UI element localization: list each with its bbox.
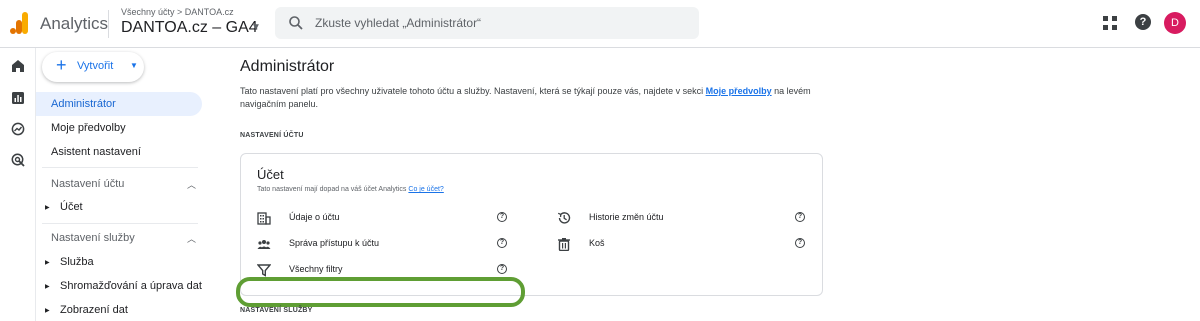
home-icon[interactable] [11, 59, 25, 73]
nav-item-property[interactable]: ▶ Služba [36, 256, 202, 272]
search-icon [289, 16, 303, 30]
page-title: Administrátor [240, 58, 335, 75]
left-rail [0, 48, 36, 321]
header-divider [108, 10, 109, 38]
analytics-logo-icon[interactable] [10, 12, 30, 34]
property-selector[interactable]: DANTOA.cz – GA4 [121, 19, 258, 37]
nav-item-administrator[interactable]: Administrátor [36, 92, 202, 116]
explore-icon[interactable] [11, 122, 25, 136]
row-label: Historie změn účtu [589, 212, 664, 222]
help-icon[interactable]: ? [1135, 14, 1151, 30]
chevron-up-icon: ︿ [186, 234, 196, 244]
nav-item-label: Služba [60, 256, 94, 268]
nav-section-account-settings[interactable]: Nastavení účtu ︿ [51, 178, 196, 190]
caret-down-icon: ▼ [130, 61, 138, 70]
trash-row[interactable]: Koš ? [557, 236, 811, 254]
help-icon[interactable]: ? [795, 212, 805, 222]
caret-down-icon[interactable]: ▼ [251, 22, 261, 33]
nav-divider [42, 223, 198, 224]
people-icon [257, 240, 271, 249]
highlight-annotation [236, 277, 525, 307]
description-text: Tato nastavení platí pro všechny uživate… [240, 86, 706, 96]
main-content: Administrátor Tato nastavení platí pro v… [212, 48, 1200, 321]
card-subtitle: Tato nastavení mají dopad na váš účet An… [257, 186, 444, 193]
row-label: Správa přístupu k účtu [289, 238, 380, 248]
page-description: Tato nastavení platí pro všechny uživate… [240, 85, 830, 111]
admin-nav: + Vytvořit ▼ Administrátor Moje předvolb… [36, 48, 212, 321]
account-details-row[interactable]: Údaje o účtu ? [257, 210, 511, 228]
apps-icon[interactable] [1103, 16, 1117, 30]
nav-item-label: Shromažďování a úprava dat [60, 280, 202, 292]
account-settings-heading: NASTAVENÍ ÚČTU [240, 132, 304, 139]
my-preferences-link[interactable]: Moje předvolby [706, 86, 772, 96]
nav-item-data-display[interactable]: ▶ Zobrazení dat [36, 304, 202, 320]
help-icon[interactable]: ? [497, 212, 507, 222]
account-card: Účet Tato nastavení mají dopad na váš úč… [240, 153, 823, 296]
help-icon[interactable]: ? [795, 238, 805, 248]
nav-item-label: Zobrazení dat [60, 304, 128, 316]
search-bar[interactable]: Zkuste vyhledat „Administrátor“ [275, 7, 699, 39]
nav-item-setup-assistant[interactable]: Asistent nastavení [36, 140, 202, 164]
reports-icon[interactable] [11, 91, 25, 105]
account-change-history-row[interactable]: Historie změn účtu ? [557, 210, 811, 228]
help-icon[interactable]: ? [497, 238, 507, 248]
history-icon [557, 212, 571, 224]
avatar[interactable]: D [1164, 12, 1186, 34]
advertising-icon[interactable] [11, 153, 25, 167]
nav-item-label: Účet [60, 201, 83, 213]
filter-icon [257, 264, 271, 277]
nav-divider [42, 167, 198, 168]
row-label: Koš [589, 238, 605, 248]
account-access-management-row[interactable]: Správa přístupu k účtu ? [257, 236, 511, 254]
chevron-up-icon: ︿ [186, 180, 196, 190]
card-subtitle-text: Tato nastavení mají dopad na váš účet An… [257, 186, 407, 193]
nav-section-property-settings[interactable]: Nastavení služby ︿ [51, 232, 196, 244]
what-is-account-link[interactable]: Co je účet? [408, 186, 443, 193]
expand-arrow-icon: ▶ [45, 308, 50, 314]
card-title: Účet [257, 167, 284, 182]
trash-icon [558, 238, 570, 251]
plus-icon: + [56, 55, 67, 75]
expand-arrow-icon: ▶ [45, 260, 50, 266]
create-button-label: Vytvořit [77, 60, 114, 72]
top-app-bar: Analytics Všechny účty > DANTOA.cz DANTO… [0, 0, 1200, 48]
expand-arrow-icon: ▶ [45, 205, 50, 211]
app-name[interactable]: Analytics [40, 14, 108, 34]
account-breadcrumb[interactable]: Všechny účty > DANTOA.cz [121, 7, 234, 17]
help-icon[interactable]: ? [497, 264, 507, 274]
search-input[interactable]: Zkuste vyhledat „Administrátor“ [315, 16, 481, 30]
property-settings-heading: NASTAVENÍ SLUŽBY [240, 307, 313, 314]
expand-arrow-icon: ▶ [45, 284, 50, 290]
nav-item-account[interactable]: ▶ Účet [36, 201, 202, 217]
nav-item-my-preferences[interactable]: Moje předvolby [36, 116, 202, 140]
row-label: Údaje o účtu [289, 212, 340, 222]
building-icon [257, 212, 271, 225]
create-button[interactable]: + Vytvořit ▼ [42, 52, 144, 82]
nav-section-label: Nastavení služby [51, 232, 135, 244]
nav-item-data-collection[interactable]: ▶ Shromažďování a úprava dat [36, 280, 202, 296]
row-label: Všechny filtry [289, 264, 343, 274]
nav-section-label: Nastavení účtu [51, 178, 125, 190]
